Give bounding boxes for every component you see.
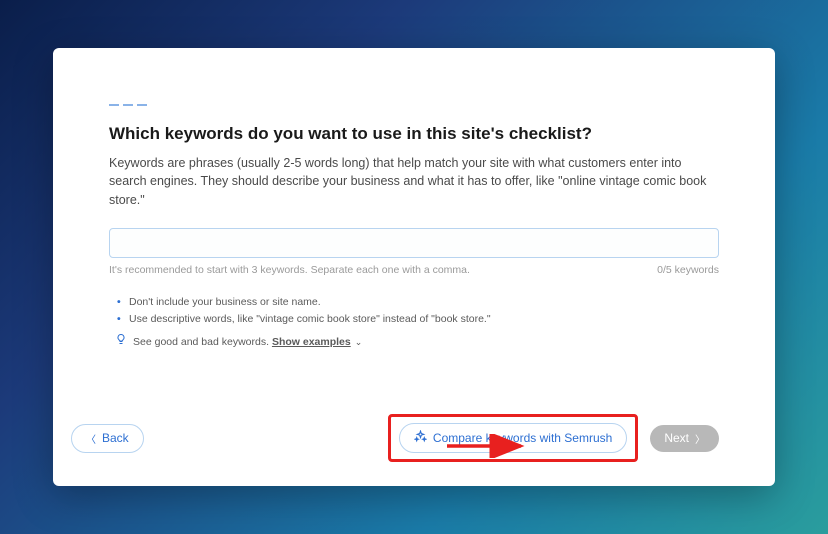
chevron-left-icon: 〈	[86, 431, 96, 446]
input-hints: It's recommended to start with 3 keyword…	[109, 264, 719, 276]
tips-list: Don't include your business or site name…	[109, 294, 719, 352]
sparkle-icon	[414, 430, 427, 446]
lightbulb-icon	[115, 333, 127, 352]
tip-examples: See good and bad keywords. Show examples…	[115, 333, 719, 352]
examples-prefix: See good and bad keywords.	[133, 336, 272, 348]
compare-keywords-button[interactable]: Compare keywords with Semrush	[399, 423, 627, 453]
progress-indicator	[109, 104, 719, 106]
highlight-annotation: Compare keywords with Semrush	[388, 414, 638, 462]
back-button[interactable]: 〈 Back	[71, 424, 144, 453]
chevron-right-icon: 〉	[695, 431, 705, 446]
keyword-setup-modal: Which keywords do you want to use in thi…	[53, 48, 775, 486]
page-description: Keywords are phrases (usually 2-5 words …	[109, 154, 719, 210]
next-label: Next	[664, 431, 689, 445]
modal-content: Which keywords do you want to use in thi…	[53, 48, 775, 402]
back-label: Back	[102, 431, 129, 445]
hint-left: It's recommended to start with 3 keyword…	[109, 264, 470, 276]
show-examples-link[interactable]: Show examples	[272, 336, 351, 348]
modal-footer: 〈 Back Compare keywords with Semrush Nex…	[53, 402, 775, 486]
next-button[interactable]: Next 〉	[650, 425, 719, 452]
keywords-input[interactable]	[109, 228, 719, 258]
right-button-group: Compare keywords with Semrush Next 〉	[388, 414, 719, 462]
page-title: Which keywords do you want to use in thi…	[109, 124, 719, 144]
chevron-down-icon: ⌄	[355, 337, 363, 347]
tip-item: Don't include your business or site name…	[115, 294, 719, 311]
compare-label: Compare keywords with Semrush	[433, 431, 612, 445]
tip-item: Use descriptive words, like "vintage com…	[115, 311, 719, 328]
keyword-count: 0/5 keywords	[657, 264, 719, 276]
